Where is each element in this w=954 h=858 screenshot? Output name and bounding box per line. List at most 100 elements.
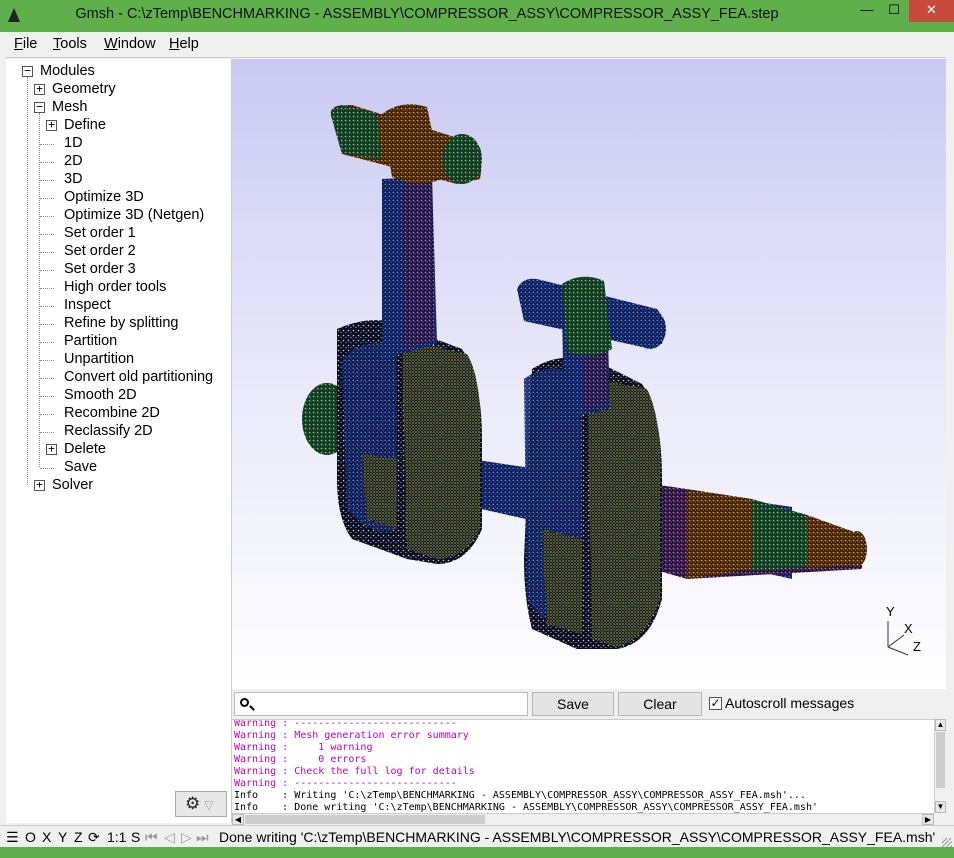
autoscroll-checkbox[interactable]: ✓	[709, 697, 722, 710]
tree-item-label: 1D	[64, 135, 83, 151]
tree-item-label: Modules	[40, 63, 95, 79]
message-search-field[interactable]	[234, 692, 528, 716]
tree-item-label: Refine by splitting	[64, 315, 179, 331]
menu-window[interactable]: Window	[104, 36, 156, 52]
tree-guide	[40, 396, 54, 397]
menu-toggle-icon[interactable]: ☰	[6, 829, 19, 846]
view-y-button[interactable]: Y	[58, 829, 67, 845]
expand-icon[interactable]: +	[46, 119, 57, 131]
first-step-icon[interactable]: ⏮	[145, 829, 158, 846]
menu-file[interactable]: File	[14, 36, 37, 52]
scroll-right-icon[interactable]: ▶	[922, 814, 934, 825]
tree-guide	[27, 77, 28, 485]
view-origin-button[interactable]: O	[25, 829, 36, 845]
tree-item-label: Reclassify 2D	[64, 423, 153, 439]
log-line: Info : Writing 'C:\zTemp\BENCHMARKING - …	[234, 790, 806, 801]
view-x-button[interactable]: X	[42, 829, 51, 845]
expand-icon[interactable]: +	[34, 83, 45, 95]
menu-tools[interactable]: Tools	[53, 36, 87, 52]
message-log[interactable]: Warning : --------------------------- War…	[232, 719, 934, 813]
log-line: Warning : Mesh generation error summary	[234, 730, 469, 741]
minimize-button[interactable]: —	[853, 0, 881, 22]
scroll-down-icon[interactable]: ▼	[935, 801, 946, 813]
tree-guide	[40, 468, 54, 469]
log-line: Warning : ---------------------------	[234, 778, 457, 789]
log-line: Warning : 1 warning	[234, 742, 373, 753]
tree-guide	[40, 198, 54, 199]
tree-item-label: Smooth 2D	[64, 387, 137, 403]
tree-item-label: High order tools	[64, 279, 167, 295]
expand-icon[interactable]: +	[34, 479, 45, 491]
tree-guide	[40, 270, 54, 271]
tree-item-label: Mesh	[52, 99, 88, 115]
tree-item-label: Solver	[52, 477, 94, 493]
collapse-icon[interactable]: −	[22, 65, 33, 77]
save-messages-button[interactable]: Save	[532, 692, 614, 716]
window-frame-bottom	[0, 847, 954, 858]
tree-guide	[40, 432, 54, 433]
tree-guide	[40, 378, 54, 379]
view-z-button[interactable]: Z	[74, 829, 83, 845]
log-vertical-scrollbar[interactable]: ▲ ▼	[934, 719, 946, 813]
scale-button[interactable]: 1:1	[107, 829, 126, 845]
tree-item-label: Recombine 2D	[64, 405, 160, 421]
axis-y-label: Y	[886, 604, 895, 619]
crankshaft-mesh-render	[302, 104, 867, 649]
tree-item-label: Save	[64, 459, 98, 475]
tree-item-label: Set order 3	[64, 261, 136, 277]
autoscroll-label[interactable]: Autoscroll messages	[725, 695, 854, 711]
tree-item-label: 2D	[64, 153, 83, 169]
clear-messages-button[interactable]: Clear	[618, 692, 702, 716]
play-icon[interactable]: ▷	[181, 829, 192, 846]
close-button[interactable]: ✕	[909, 0, 954, 22]
collapse-icon[interactable]: −	[34, 101, 45, 113]
previous-step-icon[interactable]: ◁	[164, 829, 175, 846]
axis-z-label: Z	[913, 639, 921, 654]
log-line: Warning : ---------------------------	[234, 719, 457, 729]
tree-guide	[40, 180, 54, 181]
tree-item-label: Inspect	[64, 297, 111, 313]
log-horizontal-scrollbar[interactable]: ◀ ▶	[232, 813, 934, 825]
rotate-icon[interactable]: ⟳	[88, 829, 100, 846]
title-bar[interactable]: Gmsh - C:\zTemp\BENCHMARKING - ASSEMBLY\…	[0, 0, 954, 32]
expand-icon[interactable]: +	[46, 443, 57, 455]
last-step-icon[interactable]: ⏭	[196, 829, 209, 846]
status-message: Done writing 'C:\zTemp\BENCHMARKING - AS…	[219, 829, 936, 845]
tree-item-label: Partition	[64, 333, 118, 349]
maximize-button[interactable]: ☐	[880, 0, 908, 22]
scroll-thumb[interactable]	[245, 815, 485, 824]
module-tree[interactable]: − Modules + Geometry − Mesh + Define 1D 2…	[6, 59, 232, 823]
tree-item-label: Unpartition	[64, 351, 135, 367]
tree-item-label: Delete	[64, 441, 106, 457]
tree-item-label: Set order 1	[64, 225, 136, 241]
menu-help[interactable]: Help	[169, 36, 199, 52]
message-toolbar: Save Clear ✓ Autoscroll messages	[232, 689, 946, 719]
tree-guide	[40, 162, 54, 163]
axes-indicator: Y X Z	[880, 603, 930, 659]
log-line: Warning : Check the full log for details	[234, 766, 475, 777]
tree-item-label: Set order 2	[64, 243, 136, 259]
tree-item-label: Optimize 3D	[64, 189, 144, 205]
scroll-up-icon[interactable]: ▲	[935, 719, 946, 731]
tree-item-label: Optimize 3D (Netgen)	[64, 207, 205, 223]
message-search-input[interactable]	[257, 695, 523, 713]
window-title: Gmsh - C:\zTemp\BENCHMARKING - ASSEMBLY\…	[75, 6, 779, 22]
tree-guide	[40, 324, 54, 325]
axis-x-label: X	[904, 621, 913, 636]
tree-item-label: Define	[64, 117, 106, 133]
search-icon	[240, 698, 249, 707]
tree-guide	[40, 252, 54, 253]
tree-guide	[40, 414, 54, 415]
settings-gear-button[interactable]: ⚙ ▽	[175, 791, 227, 817]
scroll-left-icon[interactable]: ◀	[232, 814, 244, 825]
scroll-thumb[interactable]	[936, 732, 945, 788]
tree-item-label: 3D	[64, 171, 83, 187]
tree-guide	[40, 288, 54, 289]
log-line: Warning : 0 errors	[234, 754, 367, 765]
tree-guide	[40, 234, 54, 235]
tree-guide	[40, 360, 54, 361]
status-bar: ☰ O X Y Z ⟳ 1:1 S ⏮ ◁ ▷ ⏭ Done writing '…	[0, 825, 954, 847]
gear-icon: ⚙	[185, 794, 201, 813]
graphics-viewport[interactable]	[232, 59, 946, 689]
select-button[interactable]: S	[131, 829, 140, 845]
